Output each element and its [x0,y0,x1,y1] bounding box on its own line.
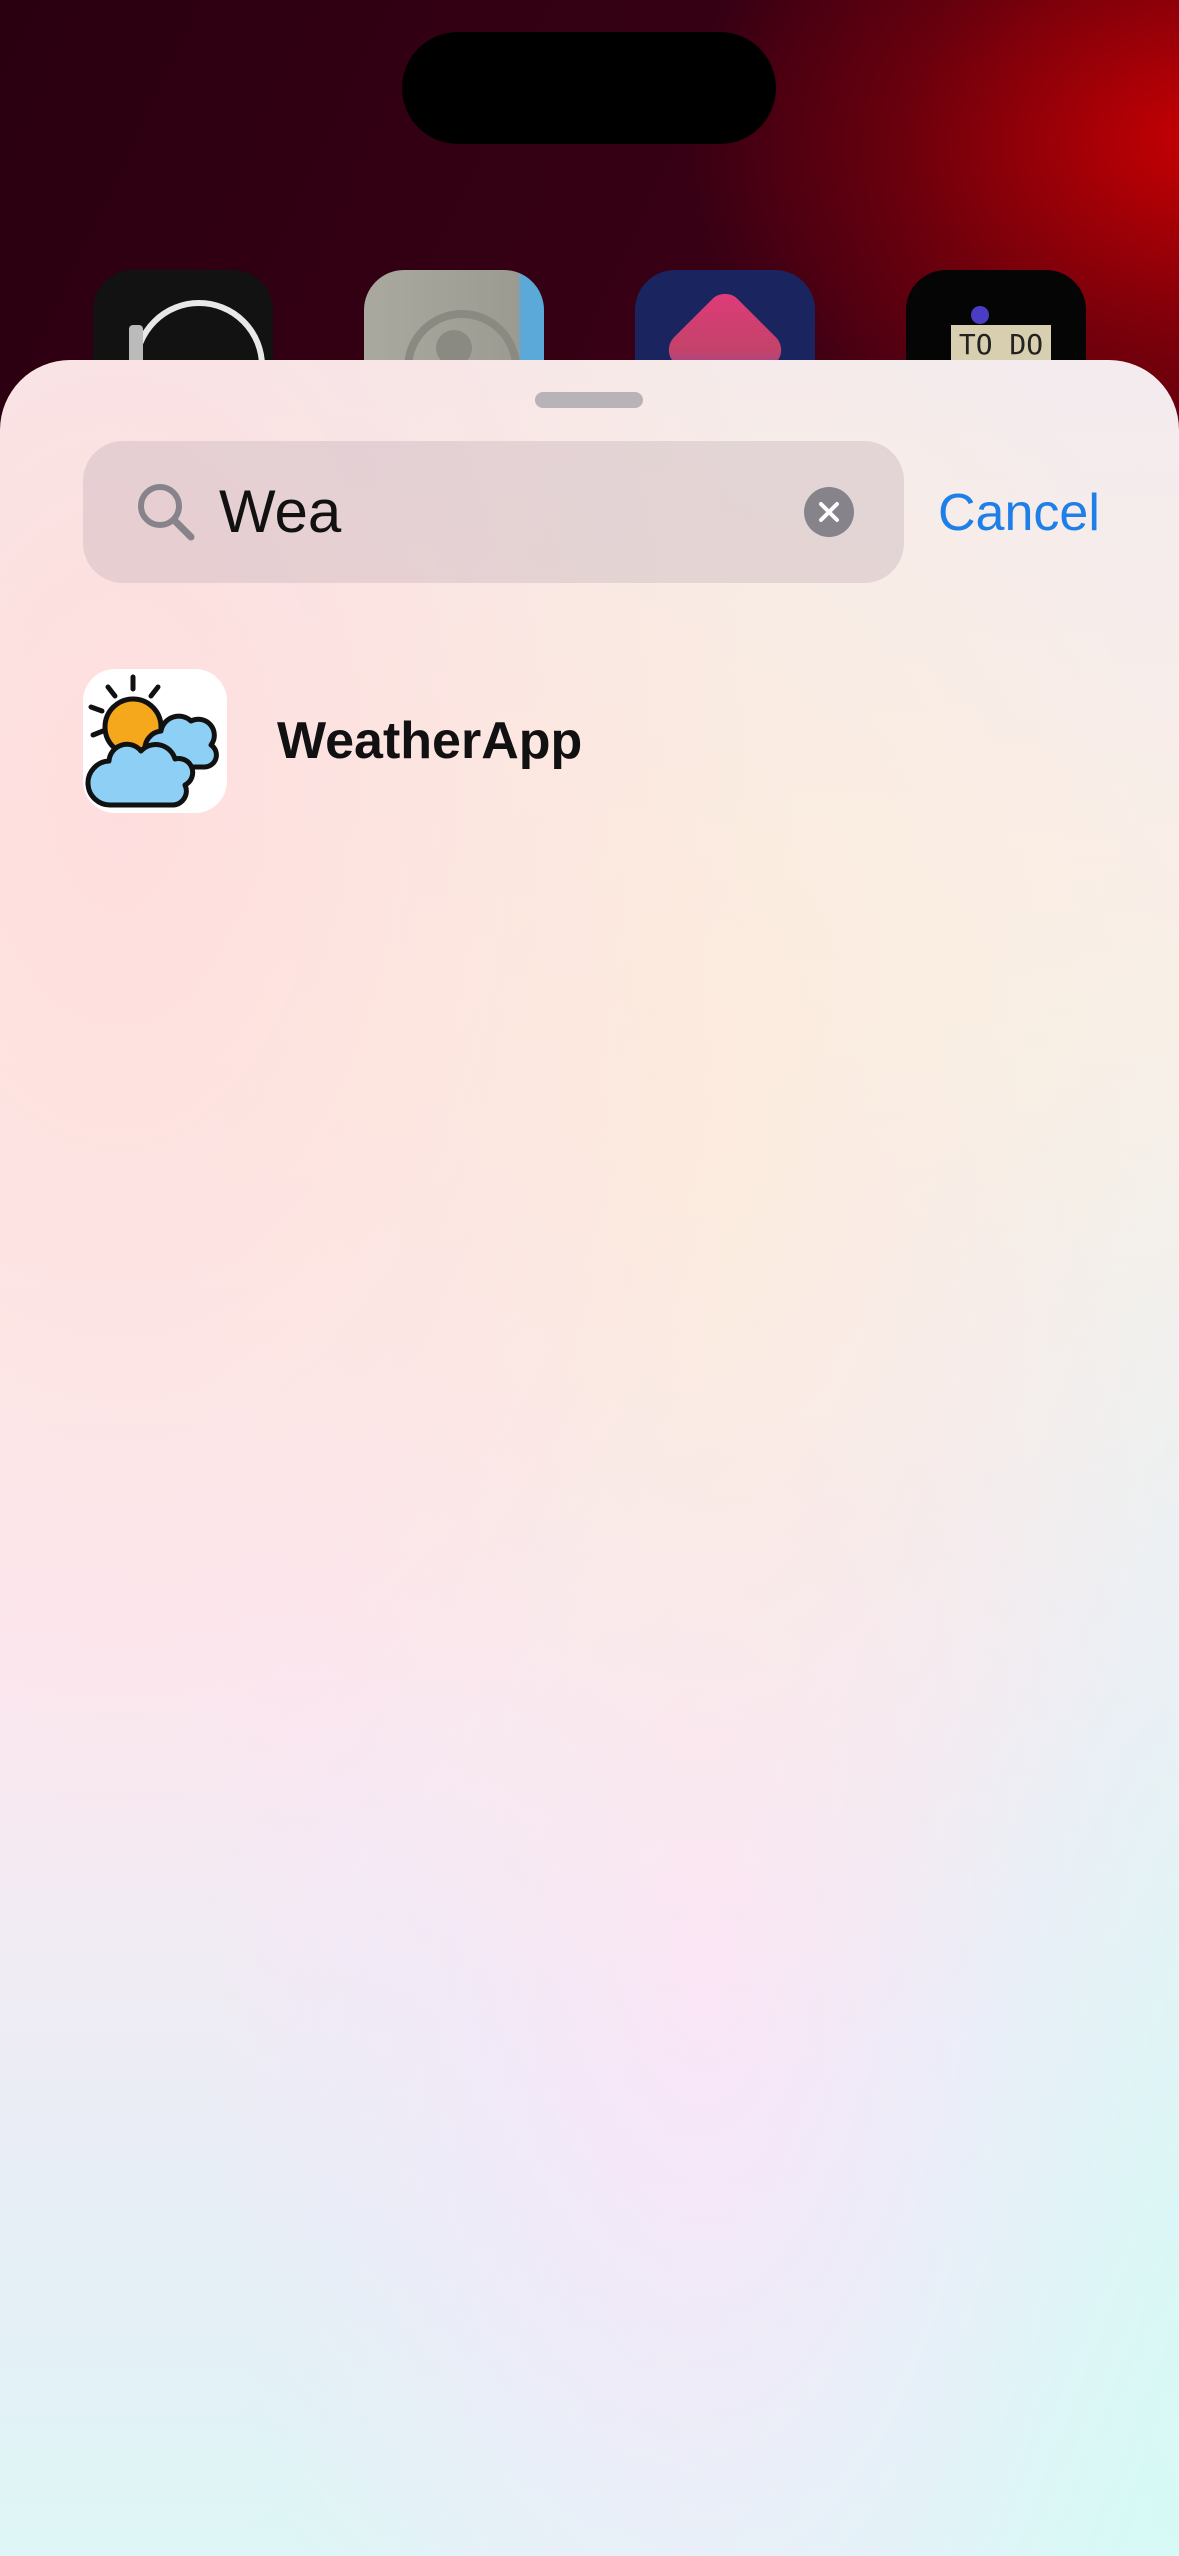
phone-screen: TO DO Wea Cancel WeatherApp [0,0,1179,2556]
search-icon [135,481,195,541]
search-field[interactable]: Wea [83,441,904,583]
cancel-button[interactable]: Cancel [938,480,1100,546]
clear-icon [819,502,839,522]
result-app-name: WeatherApp [277,712,583,770]
dynamic-island [402,32,776,144]
search-input[interactable]: Wea [219,479,341,545]
search-result-item[interactable]: WeatherApp [83,669,1096,813]
clear-search-button[interactable] [804,487,854,537]
sheet-grabber[interactable] [535,392,643,408]
search-sheet: Wea Cancel WeatherApp [0,360,1179,2556]
weather-app-icon [83,669,227,813]
